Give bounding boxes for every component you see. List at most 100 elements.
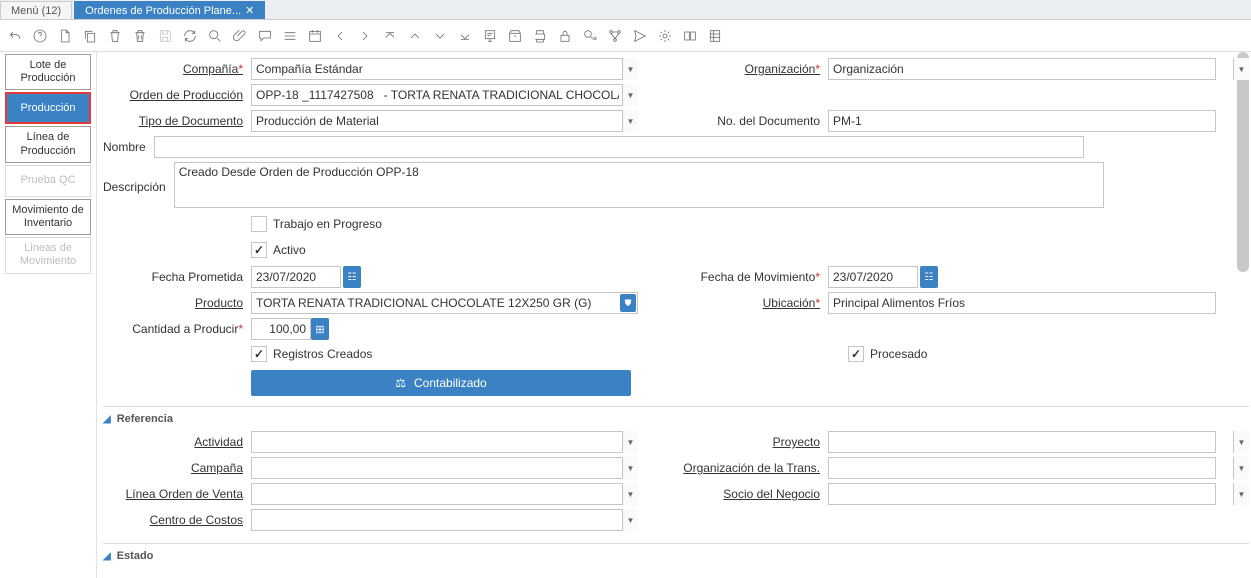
field-no-documento[interactable] [828, 110, 1216, 132]
tab-menu[interactable]: Menú (12) [0, 1, 72, 19]
save-icon[interactable] [156, 27, 174, 45]
label-cantidad-producir: Cantidad a Producir* [103, 318, 251, 336]
field-linea-orden-venta[interactable] [251, 483, 638, 505]
sidebar-item-linea-produccion[interactable]: Línea de Producción [5, 126, 91, 162]
delete2-icon[interactable] [131, 27, 149, 45]
calendar-icon[interactable]: ☷ [343, 266, 361, 288]
toolbar [0, 20, 1251, 52]
next-icon[interactable] [356, 27, 374, 45]
help-icon[interactable] [31, 27, 49, 45]
label-org-trans: Organización de la Trans. [638, 457, 828, 475]
dropdown-icon[interactable]: ▼ [622, 84, 638, 106]
dropdown-icon[interactable]: ▼ [622, 457, 638, 479]
balance-icon: ⚖ [395, 376, 406, 390]
print-icon[interactable] [531, 27, 549, 45]
prev-icon[interactable] [331, 27, 349, 45]
sidebar-item-prueba-qc: Prueba QC [5, 165, 91, 197]
workflow-icon[interactable] [606, 27, 624, 45]
sidebar-item-produccion[interactable]: Producción [5, 92, 91, 124]
up-icon[interactable] [406, 27, 424, 45]
undo-icon[interactable] [6, 27, 24, 45]
dropdown-icon[interactable]: ▼ [1233, 58, 1249, 80]
checkbox-procesado [848, 346, 864, 362]
dropdown-icon[interactable]: ▼ [622, 509, 638, 531]
delete-icon[interactable] [106, 27, 124, 45]
sidebar-item-movimiento-inventario[interactable]: Movimiento de Inventario [5, 199, 91, 235]
product-lookup-icon[interactable]: ⛊ [620, 294, 636, 312]
checkbox-activo[interactable] [251, 242, 267, 258]
tab-menu-label: Menú (12) [11, 5, 61, 17]
sidebar-item-lote-produccion[interactable]: Lote de Producción [5, 54, 91, 90]
section-title: Referencia [117, 413, 173, 425]
field-compania[interactable] [251, 58, 638, 80]
gear-icon[interactable] [656, 27, 674, 45]
label-no-documento: No. del Documento [638, 110, 828, 128]
label-fecha-movimiento: Fecha de Movimiento* [638, 266, 828, 284]
dropdown-icon[interactable]: ▼ [1233, 457, 1249, 479]
report-icon[interactable] [481, 27, 499, 45]
export-csv-icon[interactable] [706, 27, 724, 45]
copy-icon[interactable] [81, 27, 99, 45]
field-proyecto[interactable] [828, 431, 1216, 453]
section-title: Estado [117, 550, 154, 562]
refresh-icon[interactable] [181, 27, 199, 45]
request-icon[interactable] [631, 27, 649, 45]
checkbox-registros-creados [251, 346, 267, 362]
dropdown-icon[interactable]: ▼ [1233, 483, 1249, 505]
label-ubicacion: Ubicación* [638, 292, 828, 310]
new-icon[interactable] [56, 27, 74, 45]
label-descripcion: Descripción [103, 176, 174, 194]
zoom-across-icon[interactable] [581, 27, 599, 45]
field-cantidad-producir[interactable] [251, 318, 311, 340]
tab-active-label: Ordenes de Producción Plane... [85, 5, 241, 17]
field-org-trans[interactable] [828, 457, 1216, 479]
attach-icon[interactable] [231, 27, 249, 45]
field-tipo-documento[interactable] [251, 110, 638, 132]
close-icon[interactable]: ✕ [245, 4, 254, 17]
field-producto[interactable] [251, 292, 638, 314]
last-icon[interactable] [456, 27, 474, 45]
calculator-icon[interactable]: ⊞ [311, 318, 329, 340]
label-linea-orden-venta: Línea Orden de Venta [103, 483, 251, 501]
label-orden-produccion: Orden de Producción [103, 84, 251, 102]
dropdown-icon[interactable]: ▼ [622, 483, 638, 505]
sidebar-item-lineas-movimiento: Lineas de Movimiento [5, 237, 91, 273]
first-icon[interactable] [381, 27, 399, 45]
field-organizacion[interactable] [828, 58, 1216, 80]
product-info-icon[interactable] [681, 27, 699, 45]
contabilizado-button[interactable]: ⚖ Contabilizado [251, 370, 631, 396]
scrollbar-thumb[interactable] [1237, 52, 1249, 272]
calendar-icon[interactable] [306, 27, 324, 45]
checkbox-trabajo-progreso[interactable] [251, 216, 267, 232]
field-campana[interactable] [251, 457, 638, 479]
dropdown-icon[interactable]: ▼ [1233, 431, 1249, 453]
down-icon[interactable] [431, 27, 449, 45]
field-descripcion[interactable]: Creado Desde Orden de Producción OPP-18 [174, 162, 1104, 208]
dropdown-icon[interactable]: ▼ [622, 58, 638, 80]
field-socio-negocio[interactable] [828, 483, 1216, 505]
search-icon[interactable] [206, 27, 224, 45]
calendar-icon[interactable]: ☷ [920, 266, 938, 288]
field-ubicacion[interactable] [828, 292, 1216, 314]
label-trabajo-progreso: Trabajo en Progreso [273, 217, 382, 231]
field-nombre[interactable] [154, 136, 1084, 158]
tab-produccion-plan[interactable]: Ordenes de Producción Plane... ✕ [74, 1, 265, 19]
collapse-icon[interactable]: ◢ [103, 551, 111, 562]
field-fecha-movimiento[interactable] [828, 266, 918, 288]
dropdown-icon[interactable]: ▼ [622, 110, 638, 132]
app-tabs: Menú (12) Ordenes de Producción Plane...… [0, 0, 1251, 20]
archive-icon[interactable] [506, 27, 524, 45]
label-actividad: Actividad [103, 431, 251, 449]
chat-icon[interactable] [256, 27, 274, 45]
section-estado: ◢ Estado [103, 543, 1249, 568]
section-referencia: ◢ Referencia Actividad ▼ Proyecto ▼ [103, 406, 1249, 533]
field-orden-produccion[interactable] [251, 84, 638, 106]
label-registros-creados: Registros Creados [273, 347, 372, 361]
collapse-icon[interactable]: ◢ [103, 414, 111, 425]
lock-icon[interactable] [556, 27, 574, 45]
dropdown-icon[interactable]: ▼ [622, 431, 638, 453]
field-actividad[interactable] [251, 431, 638, 453]
field-fecha-prometida[interactable] [251, 266, 341, 288]
grid-icon[interactable] [281, 27, 299, 45]
field-centro-costos[interactable] [251, 509, 638, 531]
